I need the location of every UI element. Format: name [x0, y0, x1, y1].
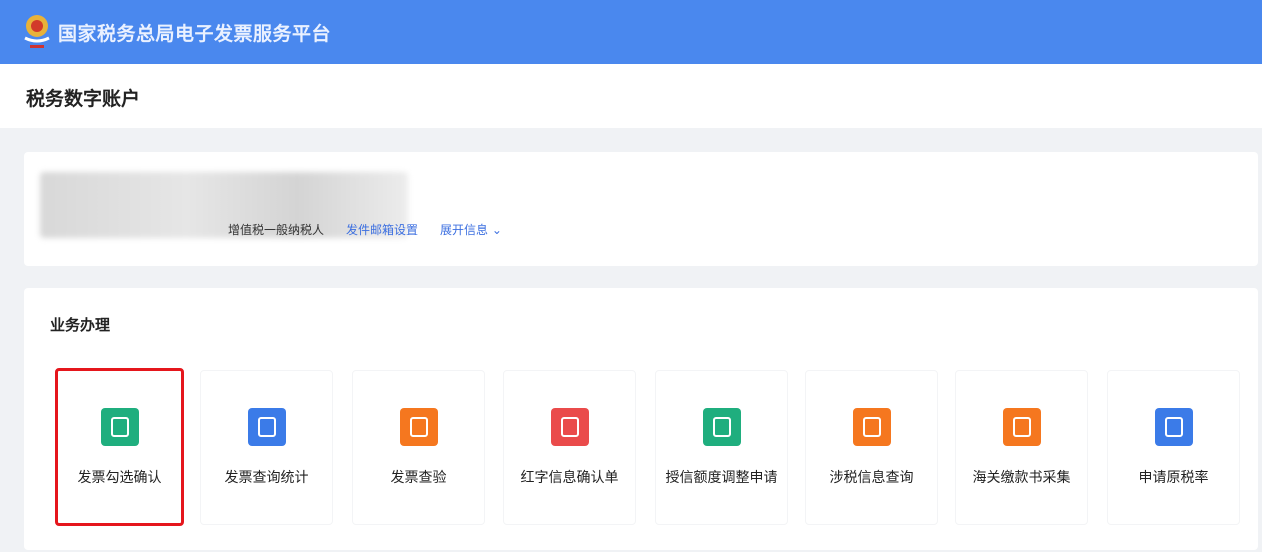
page-title-bar: 税务数字账户 — [0, 64, 1262, 128]
business-tile[interactable]: 发票查验 — [352, 370, 485, 525]
chevron-down-icon: ⌄ — [491, 223, 502, 237]
national-emblem-icon — [24, 15, 50, 48]
credit-adjust-icon — [702, 408, 741, 446]
platform-title: 国家税务总局电子发票服务平台 — [58, 23, 332, 45]
account-card: 增值税一般纳税人 发件邮箱设置 展开信息 ⌄ — [24, 152, 1258, 266]
business-tile[interactable]: 发票勾选确认 — [55, 368, 184, 526]
business-tile-label: 发票勾选确认 — [77, 470, 162, 486]
business-heading: 业务办理 — [50, 316, 111, 334]
taxpayer-type: 增值税一般纳税人 — [228, 223, 325, 237]
invoice-check-icon — [100, 408, 139, 446]
customs-icon — [1002, 408, 1041, 446]
business-tile[interactable]: 申请原税率 — [1107, 370, 1240, 525]
expand-info-link[interactable]: 展开信息 ⌄ — [440, 221, 502, 238]
business-tile-label: 发票查验 — [390, 470, 447, 486]
business-tile[interactable]: 红字信息确认单 — [503, 370, 636, 525]
red-letter-icon — [550, 408, 589, 446]
business-tile[interactable]: 发票查询统计 — [200, 370, 333, 525]
business-tile-label: 发票查询统计 — [224, 470, 309, 486]
business-tile-label: 涉税信息查询 — [829, 470, 914, 486]
business-tile[interactable]: 涉税信息查询 — [805, 370, 938, 525]
business-tile-label: 海关缴款书采集 — [972, 470, 1071, 486]
tax-rate-icon — [1154, 408, 1193, 446]
business-card: 业务办理 发票勾选确认 发票查询统计 发票查验 红字信息确认单 授信额度调整申请 涉税信息… — [24, 288, 1258, 550]
top-header: 国家税务总局电子发票服务平台 — [0, 0, 1262, 64]
tax-info-icon — [852, 408, 891, 446]
email-settings-link[interactable]: 发件邮箱设置 — [346, 221, 418, 238]
invoice-search-icon — [247, 408, 286, 446]
business-tile-label: 申请原税率 — [1138, 470, 1209, 486]
business-tile-label: 授信额度调整申请 — [665, 470, 778, 486]
invoice-verify-icon — [399, 408, 438, 446]
business-tile[interactable]: 授信额度调整申请 — [655, 370, 788, 525]
business-tile[interactable]: 海关缴款书采集 — [955, 370, 1088, 525]
page-title: 税务数字账户 — [26, 88, 141, 110]
business-tile-label: 红字信息确认单 — [520, 470, 619, 486]
expand-info-label: 展开信息 — [440, 223, 489, 237]
